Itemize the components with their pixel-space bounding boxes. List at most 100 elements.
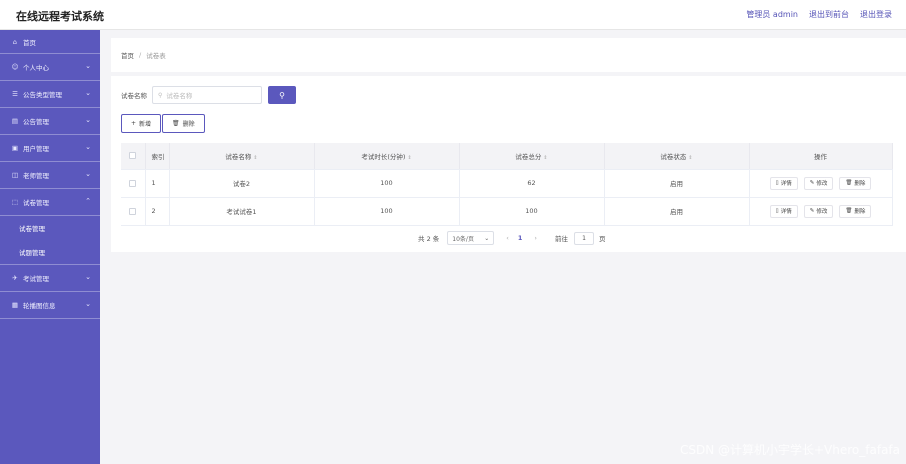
goto-page-input[interactable]: 1 — [574, 231, 595, 245]
sidebar-item-label: 用户管理 — [23, 145, 49, 153]
document-icon: ▯ — [775, 208, 779, 214]
sidebar-item-papers[interactable]: ⬚ 试卷管理 ⌃ — [0, 189, 100, 216]
sidebar-item-users[interactable]: ▣ 用户管理 ⌄ — [0, 135, 100, 162]
page-word: 页 — [599, 235, 606, 243]
column-header-label: 试卷总分 — [515, 152, 542, 161]
sidebar-item-notices[interactable]: ▤ 公告管理 ⌄ — [0, 108, 100, 135]
sidebar-item-teachers[interactable]: ◫ 老师管理 ⌄ — [0, 162, 100, 189]
search-row: 试卷名称 ⚲ 试卷名称 ⚲ — [121, 86, 296, 104]
sort-icon[interactable]: ⇕ — [407, 155, 411, 161]
add-button[interactable]: + 新增 — [121, 114, 162, 133]
papers-table: 索引 试卷名称 ⇕ 考试时长(分钟) ⇕ 试卷总分 ⇕ 试卷状态 ⇕ 操作 1 试卷2 … — [121, 143, 893, 226]
edit-button[interactable]: ✎ 修改 — [803, 204, 834, 218]
row-checkbox[interactable] — [129, 207, 137, 215]
delete-label: 删除 — [854, 209, 866, 215]
delete-button[interactable]: 🗑 删除 — [839, 176, 872, 190]
watermark: CSDN @计算机小宇学长+Vhero_fafafa — [679, 443, 900, 457]
sort-icon[interactable]: ⇕ — [253, 155, 257, 161]
sidebar-item-label: 试卷管理 — [23, 199, 49, 207]
edit-label: 修改 — [816, 209, 828, 215]
front-site-link[interactable]: 退出到前台 — [809, 9, 849, 20]
prev-page-icon[interactable]: ‹ — [506, 234, 509, 242]
logout-link[interactable]: 退出登录 — [860, 9, 892, 20]
paper-icon: ⬚ — [11, 198, 19, 206]
submenu-item-papers[interactable]: 试卷管理 — [0, 216, 100, 240]
trash-icon: 🗑 — [845, 208, 853, 214]
header-links: 管理员 admin 退出到前台 退出登录 — [746, 9, 892, 20]
column-header-name[interactable]: 试卷名称 ⇕ — [169, 143, 315, 170]
column-header-actions: 操作 — [749, 143, 893, 170]
chevron-down-icon: ⌄ — [85, 62, 91, 70]
pagination: 共 2 条 10条/页 ⌄ ‹ 1 › 前往 1 页 — [418, 231, 606, 245]
sort-icon[interactable]: ⇕ — [688, 155, 692, 161]
cell-score: 62 — [459, 169, 605, 198]
breadcrumb-separator: / — [139, 51, 142, 59]
sidebar-item-label: 公告类型管理 — [23, 91, 62, 99]
chevron-down-icon: ⌄ — [85, 116, 91, 124]
edit-icon: ✎ — [809, 180, 815, 186]
chevron-up-icon: ⌃ — [85, 197, 91, 205]
sidebar-item-personal-center[interactable]: ☺ 个人中心 ⌄ — [0, 54, 100, 81]
batch-delete-button[interactable]: 🗑 删除 — [162, 114, 205, 133]
cell-actions: ▯ 详情 ✎ 修改 🗑 删除 — [749, 169, 893, 198]
row-select-cell — [121, 169, 146, 198]
search-label: 试卷名称 — [121, 92, 147, 100]
sidebar-item-label: 考试管理 — [23, 275, 49, 283]
next-page-icon[interactable]: › — [534, 234, 537, 242]
sidebar-item-label: 轮播图信息 — [23, 302, 56, 310]
page-size-select[interactable]: 10条/页 ⌄ — [447, 231, 495, 245]
cell-actions: ▯ 详情 ✎ 修改 🗑 删除 — [749, 197, 893, 226]
page-number[interactable]: 1 — [518, 234, 523, 242]
page-size-value: 10条/页 — [452, 235, 474, 243]
search-placeholder: 试卷名称 — [166, 92, 193, 100]
search-button[interactable]: ⚲ — [268, 86, 296, 104]
main-content: 首页 / 试卷表 试卷名称 ⚲ 试卷名称 ⚲ + 新增 🗑 删除 索引 试卷名称… — [100, 30, 906, 464]
column-header-duration[interactable]: 考试时长(分钟) ⇕ — [314, 143, 460, 170]
goto-label: 前往 — [555, 235, 569, 243]
search-icon: ⚲ — [158, 91, 163, 99]
sidebar-item-exams[interactable]: ✈ 考试管理 ⌄ — [0, 265, 100, 292]
detail-button[interactable]: ▯ 详情 — [769, 204, 798, 218]
sidebar: ⌂ 首页 ☺ 个人中心 ⌄ ☰ 公告类型管理 ⌄ ▤ 公告管理 ⌄ ▣ 用户管理… — [0, 30, 100, 464]
user-icon: ☺ — [11, 63, 19, 71]
chevron-down-icon: ⌄ — [85, 89, 91, 97]
sidebar-item-home[interactable]: ⌂ 首页 — [0, 30, 100, 54]
table-row: 2 考试试卷1 100 100 启用 ▯ 详情 ✎ 修改 🗑 删除 — [121, 197, 893, 226]
papers-submenu: 试卷管理 试题管理 — [0, 216, 100, 265]
admin-user-link[interactable]: 管理员 admin — [746, 9, 798, 20]
trash-icon: 🗑 — [845, 180, 853, 186]
cell-score: 100 — [459, 197, 605, 226]
chevron-down-icon: ⌄ — [85, 170, 91, 178]
column-header-status[interactable]: 试卷状态 ⇕ — [604, 143, 750, 170]
chevron-down-icon: ⌄ — [85, 143, 91, 151]
table-header-row: 索引 试卷名称 ⇕ 考试时长(分钟) ⇕ 试卷总分 ⇕ 试卷状态 ⇕ 操作 — [121, 143, 893, 170]
search-input[interactable]: ⚲ 试卷名称 — [152, 86, 262, 104]
breadcrumb-current: 试卷表 — [146, 52, 166, 60]
detail-label: 详情 — [780, 209, 792, 215]
sidebar-item-carousel[interactable]: ▦ 轮播图信息 ⌄ — [0, 292, 100, 319]
chevron-down-icon: ⌄ — [85, 300, 91, 308]
column-header-score[interactable]: 试卷总分 ⇕ — [459, 143, 605, 170]
select-all-checkbox[interactable] — [129, 152, 137, 160]
sidebar-item-label: 首页 — [23, 38, 36, 47]
image-icon: ▦ — [11, 301, 19, 309]
sidebar-item-notice-types[interactable]: ☰ 公告类型管理 ⌄ — [0, 81, 100, 108]
delete-button[interactable]: 🗑 删除 — [839, 204, 872, 218]
sort-icon[interactable]: ⇕ — [543, 155, 547, 161]
row-checkbox[interactable] — [129, 179, 137, 187]
edit-button[interactable]: ✎ 修改 — [803, 176, 834, 190]
document-icon: ▯ — [775, 180, 779, 186]
list-icon: ☰ — [12, 90, 18, 98]
breadcrumb-home[interactable]: 首页 — [121, 50, 134, 60]
detail-button[interactable]: ▯ 详情 — [769, 176, 798, 190]
add-button-label: 新增 — [139, 121, 152, 128]
cell-index: 1 — [145, 169, 170, 198]
submenu-item-questions[interactable]: 试题管理 — [0, 240, 100, 264]
detail-label: 详情 — [780, 181, 792, 187]
cell-status: 启用 — [604, 197, 750, 226]
cell-name: 试卷2 — [169, 169, 315, 198]
total-count: 共 2 条 — [418, 235, 440, 243]
column-header-index: 索引 — [145, 143, 170, 170]
exam-icon: ✈ — [12, 274, 18, 282]
plus-icon: + — [131, 120, 137, 127]
